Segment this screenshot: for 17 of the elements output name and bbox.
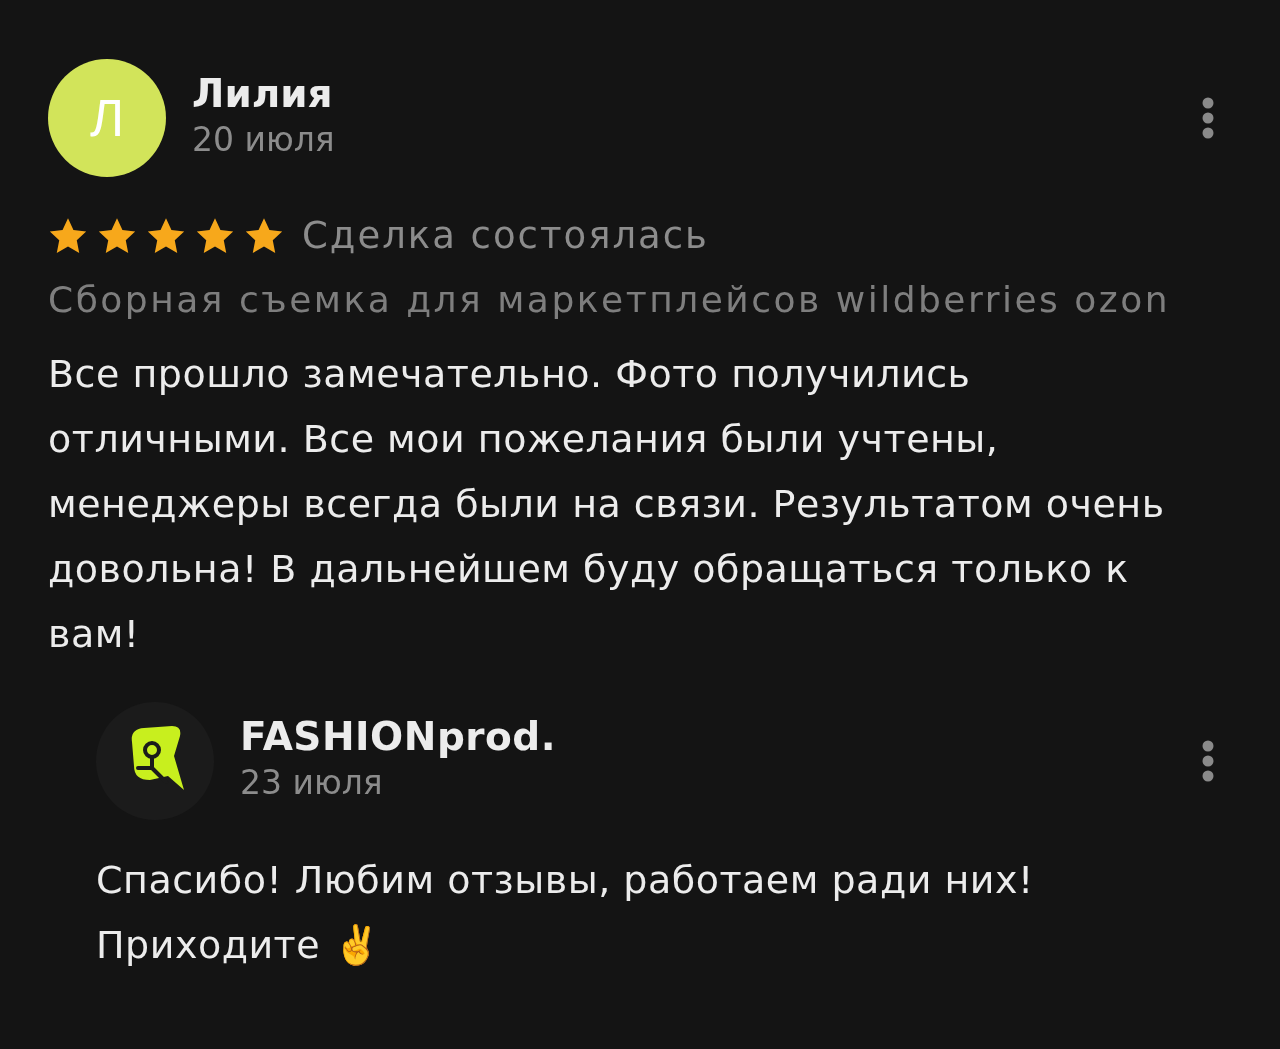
review-date: 20 июля	[192, 119, 335, 161]
star-icon	[195, 217, 235, 255]
author-name: Лилия	[192, 71, 334, 117]
author-name: FASHIONprod.	[240, 714, 557, 760]
reply-date: 23 июля	[240, 762, 384, 804]
more-icon	[1202, 97, 1214, 139]
service-title: Сборная съемка для маркетплейсов wildberries ozon	[48, 278, 1172, 322]
star-icon	[48, 217, 88, 255]
avatar: Л	[48, 59, 166, 177]
star-icon	[146, 217, 186, 255]
star-icon	[97, 217, 137, 255]
star-icon	[244, 217, 284, 255]
review-text: Все прошло замечательно. Фото получились отличными. Все мои пожелания были учтены, менеджеры всегда были на связи. Результатом очень довольна! В дальнейшем буду обращаться только к вам!	[48, 351, 1166, 658]
reply-text: Спасибо! Любим отзывы, работаем ради них! Приходите ✌	[96, 857, 1035, 969]
more-icon	[1202, 740, 1214, 782]
deal-status: Сделка состоялась	[302, 213, 709, 259]
logo-icon	[96, 702, 214, 820]
